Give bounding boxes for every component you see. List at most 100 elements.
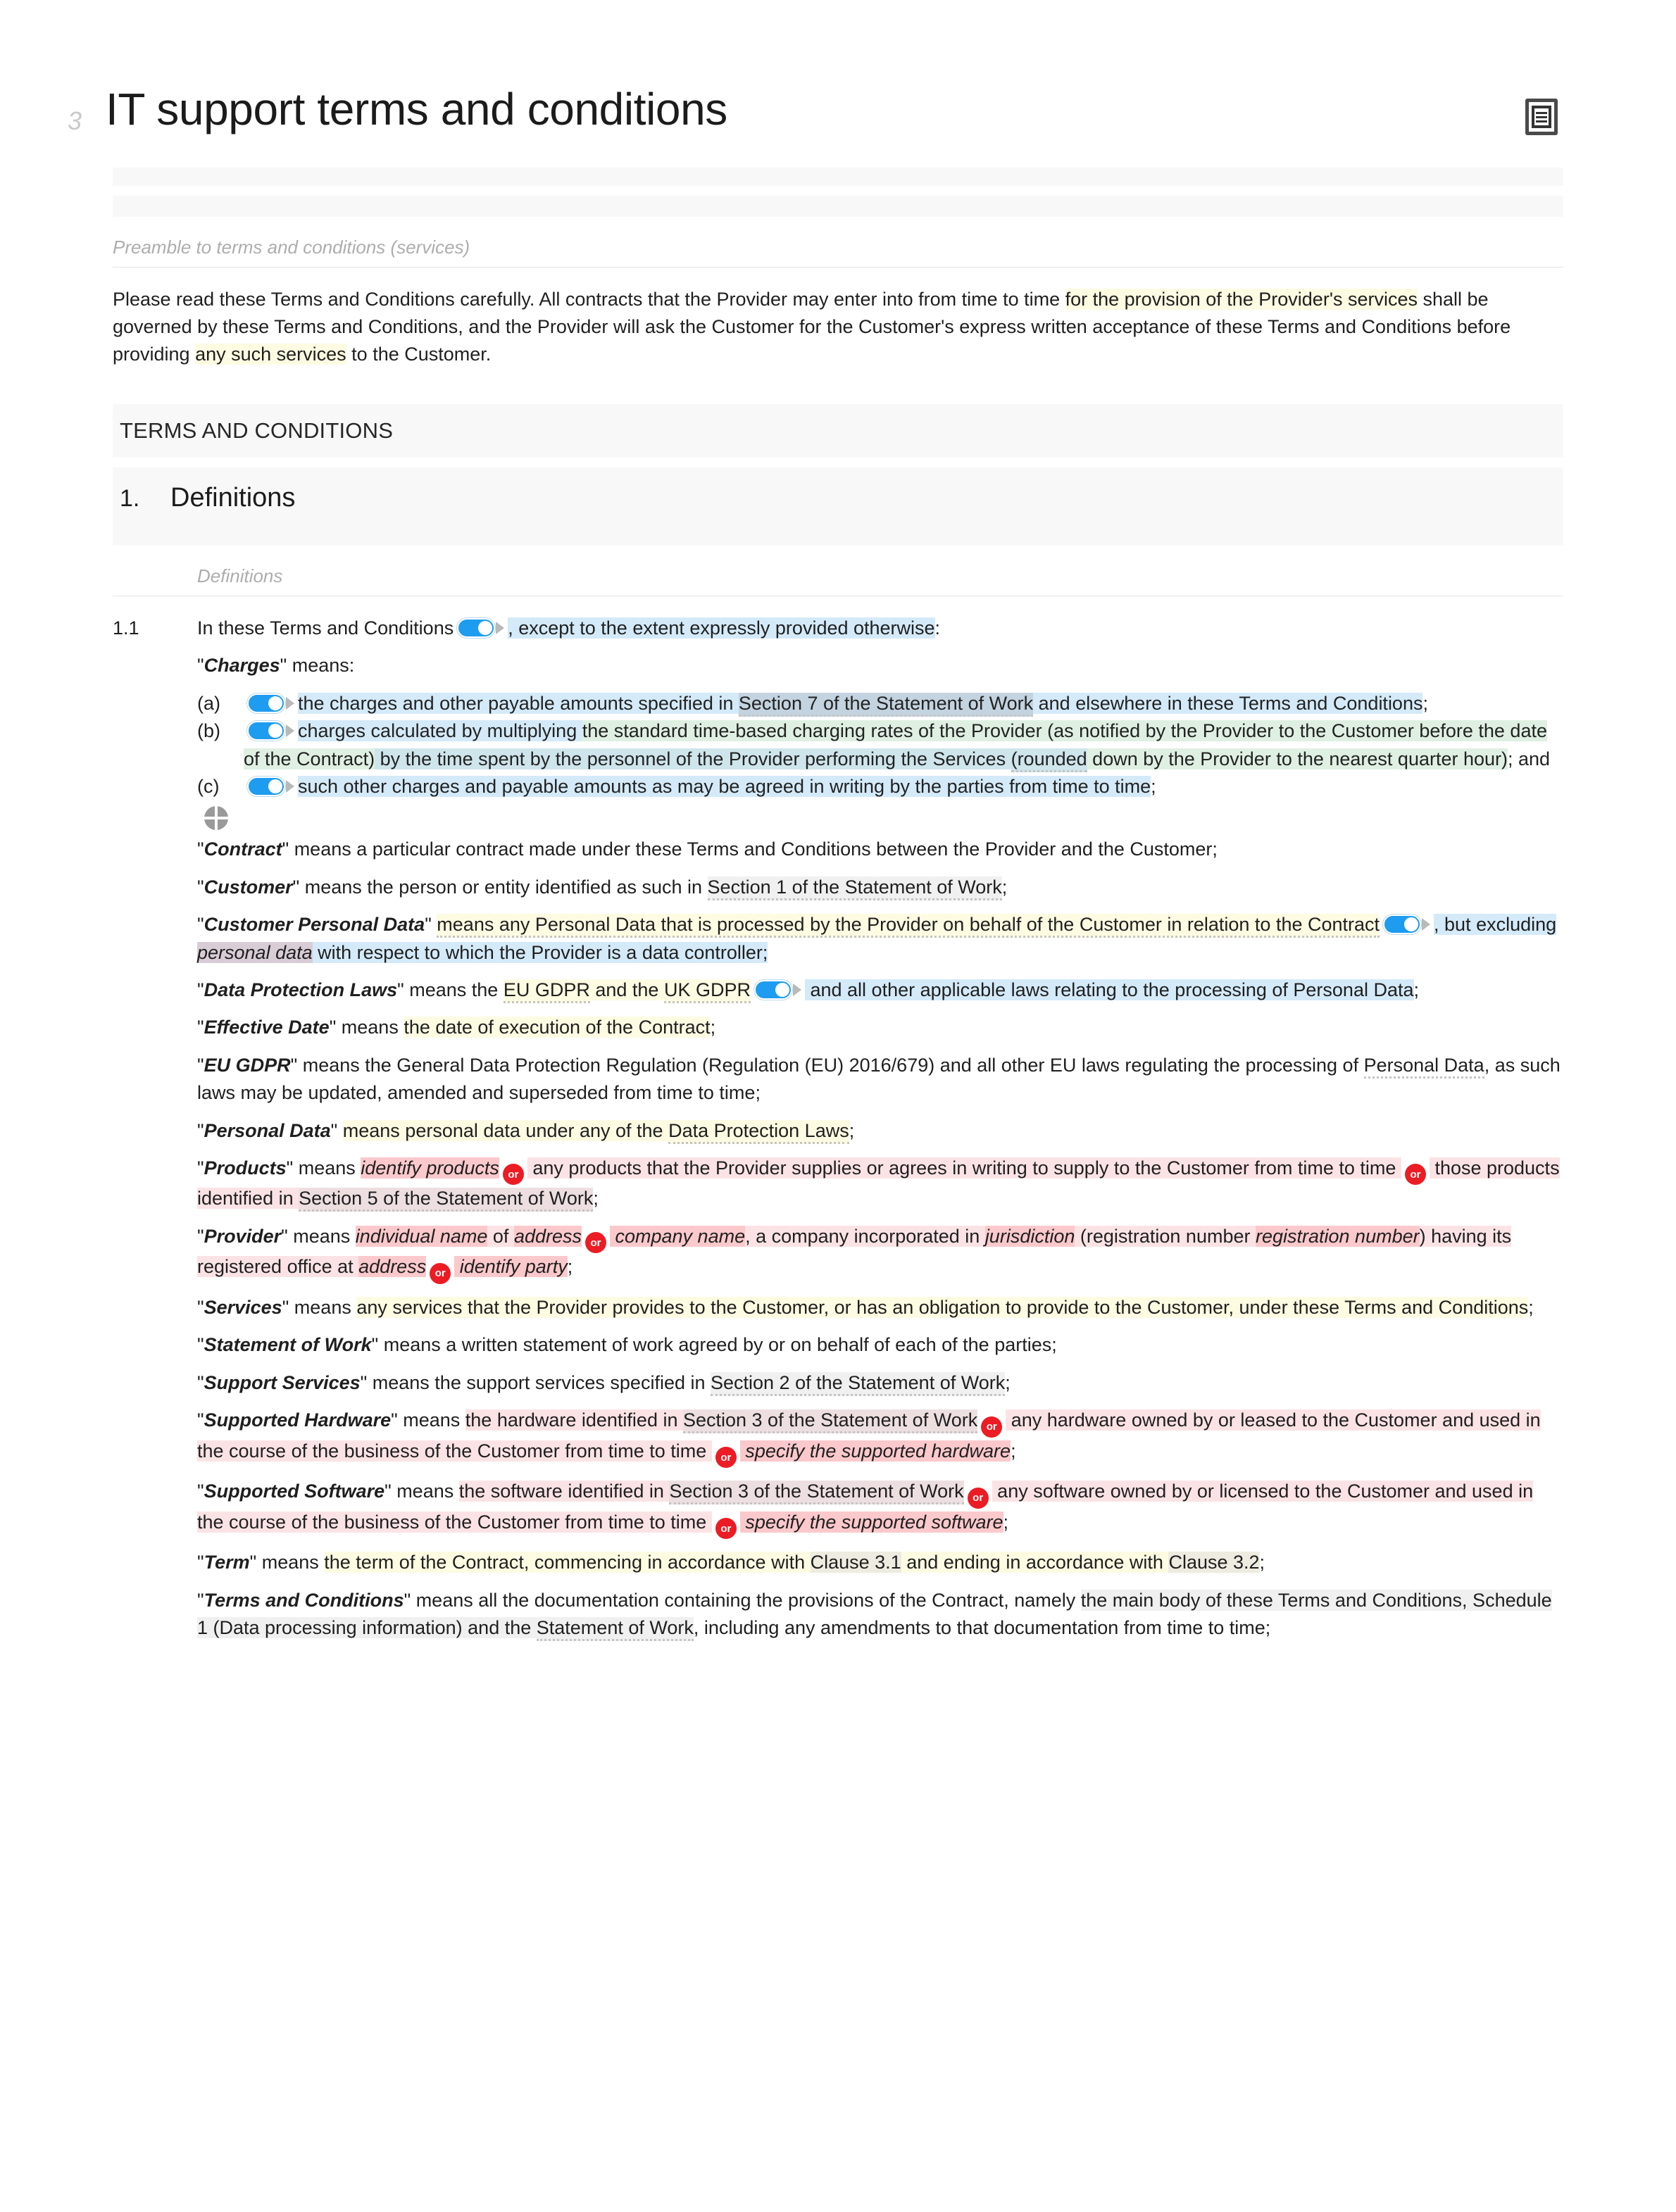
- definition-term: Supported Hardware: [204, 1409, 392, 1431]
- quote-open: ": [197, 1371, 204, 1393]
- list-item-text-a: the charges and other payable amounts sp…: [244, 690, 1563, 717]
- clause-1-1-row: 1.1 In these Terms and Conditions , excep…: [113, 615, 1563, 1652]
- toggle-switch-icon[interactable]: [457, 617, 505, 638]
- quote-open: ": [197, 1334, 204, 1356]
- definition-paragraph: "Supported Software" means the software …: [197, 1478, 1563, 1540]
- item-a-t2: Section 7 of the Statement of Work: [738, 692, 1034, 717]
- definition-text-segment: personal data: [197, 941, 313, 963]
- definition-text-segment: ;: [567, 1256, 573, 1278]
- preamble-label: Preamble to terms and conditions (servic…: [113, 236, 470, 258]
- document-page: 3 IT support terms and conditions Preamb…: [0, 0, 1676, 1684]
- definition-text-segment: Statement of Work: [536, 1616, 694, 1641]
- or-badge[interactable]: or: [715, 1447, 737, 1469]
- definition-text-segment: means any Personal Data that is processe…: [437, 914, 1380, 938]
- or-badge[interactable]: or: [967, 1487, 989, 1509]
- definition-text-segment: Section 1 of the Statement of Work: [707, 876, 1002, 900]
- definition-paragraph: "Data Protection Laws" means the EU GDPR…: [197, 976, 1563, 1004]
- item-a-t3: and elsewhere in these Terms and Conditi…: [1033, 692, 1423, 714]
- item-c-t2: ;: [1151, 775, 1156, 797]
- definition-text-segment: Section 5 of the Statement of Work: [299, 1188, 594, 1212]
- definition-paragraph: "Contract" means a particular contract m…: [197, 836, 1563, 863]
- definition-text-segment: with respect to which the Provider is a …: [312, 941, 768, 963]
- definition-text-segment: " means all the documentation containing…: [404, 1589, 1081, 1611]
- quote-open: ": [197, 1589, 204, 1611]
- toggle-switch-icon[interactable]: [1383, 915, 1431, 935]
- page-title: IT support terms and conditions: [106, 84, 727, 134]
- definition-text-segment: ": [425, 914, 437, 936]
- definition-term: Data Protection Laws: [204, 979, 398, 1000]
- definition-text-segment: and ending in accordance with: [901, 1552, 1169, 1573]
- item-b-t6: ; and: [1508, 748, 1551, 769]
- toggle-switch-icon[interactable]: [247, 693, 294, 713]
- definition-paragraph: "EU GDPR" means the General Data Protect…: [197, 1052, 1563, 1107]
- definitions-list: "Contract" means a particular contract m…: [197, 836, 1563, 1642]
- definition-text-segment: and all other applicable laws relating t…: [804, 979, 1414, 1000]
- definition-text-segment: ;: [1413, 979, 1420, 1000]
- document-header: 3 IT support terms and conditions: [0, 0, 1676, 135]
- definition-text-segment: , but excluding: [1434, 914, 1557, 936]
- definition-text-segment: " means: [282, 1296, 357, 1318]
- lead-text-c: :: [934, 617, 941, 639]
- clause-1-number: 1.: [120, 484, 140, 512]
- definition-paragraph: "Services" means any services that the P…: [197, 1294, 1563, 1321]
- definition-paragraph: "Products" means identify products or any…: [197, 1155, 1563, 1213]
- or-badge[interactable]: or: [715, 1518, 737, 1540]
- add-block-handle-icon[interactable]: [204, 806, 228, 831]
- definition-text-segment: , a company incorporated in: [745, 1225, 985, 1247]
- definition-text-segment: specify the supported software: [739, 1511, 1003, 1533]
- preamble-highlight-2: any such services: [195, 344, 346, 365]
- charges-term-line: "Charges" means:: [197, 655, 355, 677]
- definition-paragraph: "Term" means the term of the Contract, c…: [197, 1549, 1563, 1576]
- definition-text-segment: of: [487, 1225, 514, 1247]
- item-a-t4: ;: [1422, 692, 1428, 714]
- item-b-t1: charges calculated by multiplying: [298, 720, 582, 742]
- definition-text-segment: identify products: [361, 1157, 499, 1179]
- terms-and-conditions-header: TERMS AND CONDITIONS: [113, 403, 1563, 458]
- definition-text-segment: the date of execution of the Contract: [404, 1017, 711, 1038]
- or-badge[interactable]: or: [1404, 1164, 1426, 1186]
- or-badge[interactable]: or: [430, 1262, 451, 1284]
- quote-open: ": [197, 1409, 204, 1431]
- quote-open: ": [197, 838, 204, 860]
- quote-open: ": [197, 876, 204, 898]
- definition-text-segment: " means: [391, 1409, 465, 1431]
- definition-term: Products: [204, 1157, 287, 1179]
- preamble-divider: [113, 266, 1563, 268]
- toggle-switch-icon[interactable]: [247, 721, 294, 741]
- quote-open: ": [197, 1054, 204, 1076]
- definition-paragraph: "Support Services" means the support ser…: [197, 1369, 1563, 1397]
- toggle-switch-icon[interactable]: [753, 979, 801, 1000]
- band-gap-2: [113, 457, 1563, 467]
- preamble-paragraph: Please read these Terms and Conditions c…: [113, 286, 1563, 369]
- definition-text-segment: address: [358, 1256, 427, 1278]
- or-badge[interactable]: or: [981, 1416, 1003, 1438]
- definition-text-segment: ;: [593, 1188, 599, 1209]
- definition-text-segment: any products that the Provider supplies …: [527, 1157, 1401, 1179]
- item-c-t1: such other charges and payable amounts a…: [298, 775, 1151, 797]
- definition-text-segment: means personal data under any of the: [342, 1119, 669, 1141]
- definition-paragraph: "Provider" means individual name of addr…: [197, 1223, 1563, 1284]
- clause-1-body: Definitions 1.1 In these Terms and Condi…: [113, 565, 1563, 1652]
- list-item-text-b: charges calculated by multiplying the st…: [244, 717, 1563, 773]
- definition-term: EU GDPR: [204, 1054, 291, 1076]
- toggle-switch-icon[interactable]: [247, 776, 294, 796]
- clause-1-1-lead: In these Terms and Conditions , except to…: [197, 615, 1563, 642]
- definition-text-segment: " means the support services specified i…: [360, 1371, 711, 1393]
- quote-open: ": [197, 1157, 204, 1179]
- lead-text-a: In these Terms and Conditions: [197, 617, 454, 639]
- definition-text-segment: EU GDPR: [503, 979, 590, 1003]
- clause-1-1-content: In these Terms and Conditions , except to…: [197, 615, 1563, 1652]
- charges-means: " means:: [280, 655, 355, 677]
- document-list-icon[interactable]: [1525, 99, 1558, 135]
- definition-text-segment: " means the General Data Protection Regu…: [290, 1054, 1364, 1076]
- definition-text-segment: ;: [1003, 1511, 1009, 1533]
- definition-term: Support Services: [204, 1371, 361, 1393]
- list-item-label-a: (a): [197, 692, 220, 714]
- definition-text-segment: any services that the Provider provides …: [356, 1296, 1529, 1318]
- definition-paragraph: "Supported Hardware" means the hardware …: [197, 1407, 1563, 1469]
- charges-list: (a) the charges and other payable amount…: [197, 690, 1563, 801]
- or-badge[interactable]: or: [585, 1232, 606, 1254]
- item-b-t4: (rounded: [1011, 748, 1087, 772]
- or-badge[interactable]: or: [502, 1164, 524, 1186]
- definition-term: Personal Data: [204, 1119, 331, 1141]
